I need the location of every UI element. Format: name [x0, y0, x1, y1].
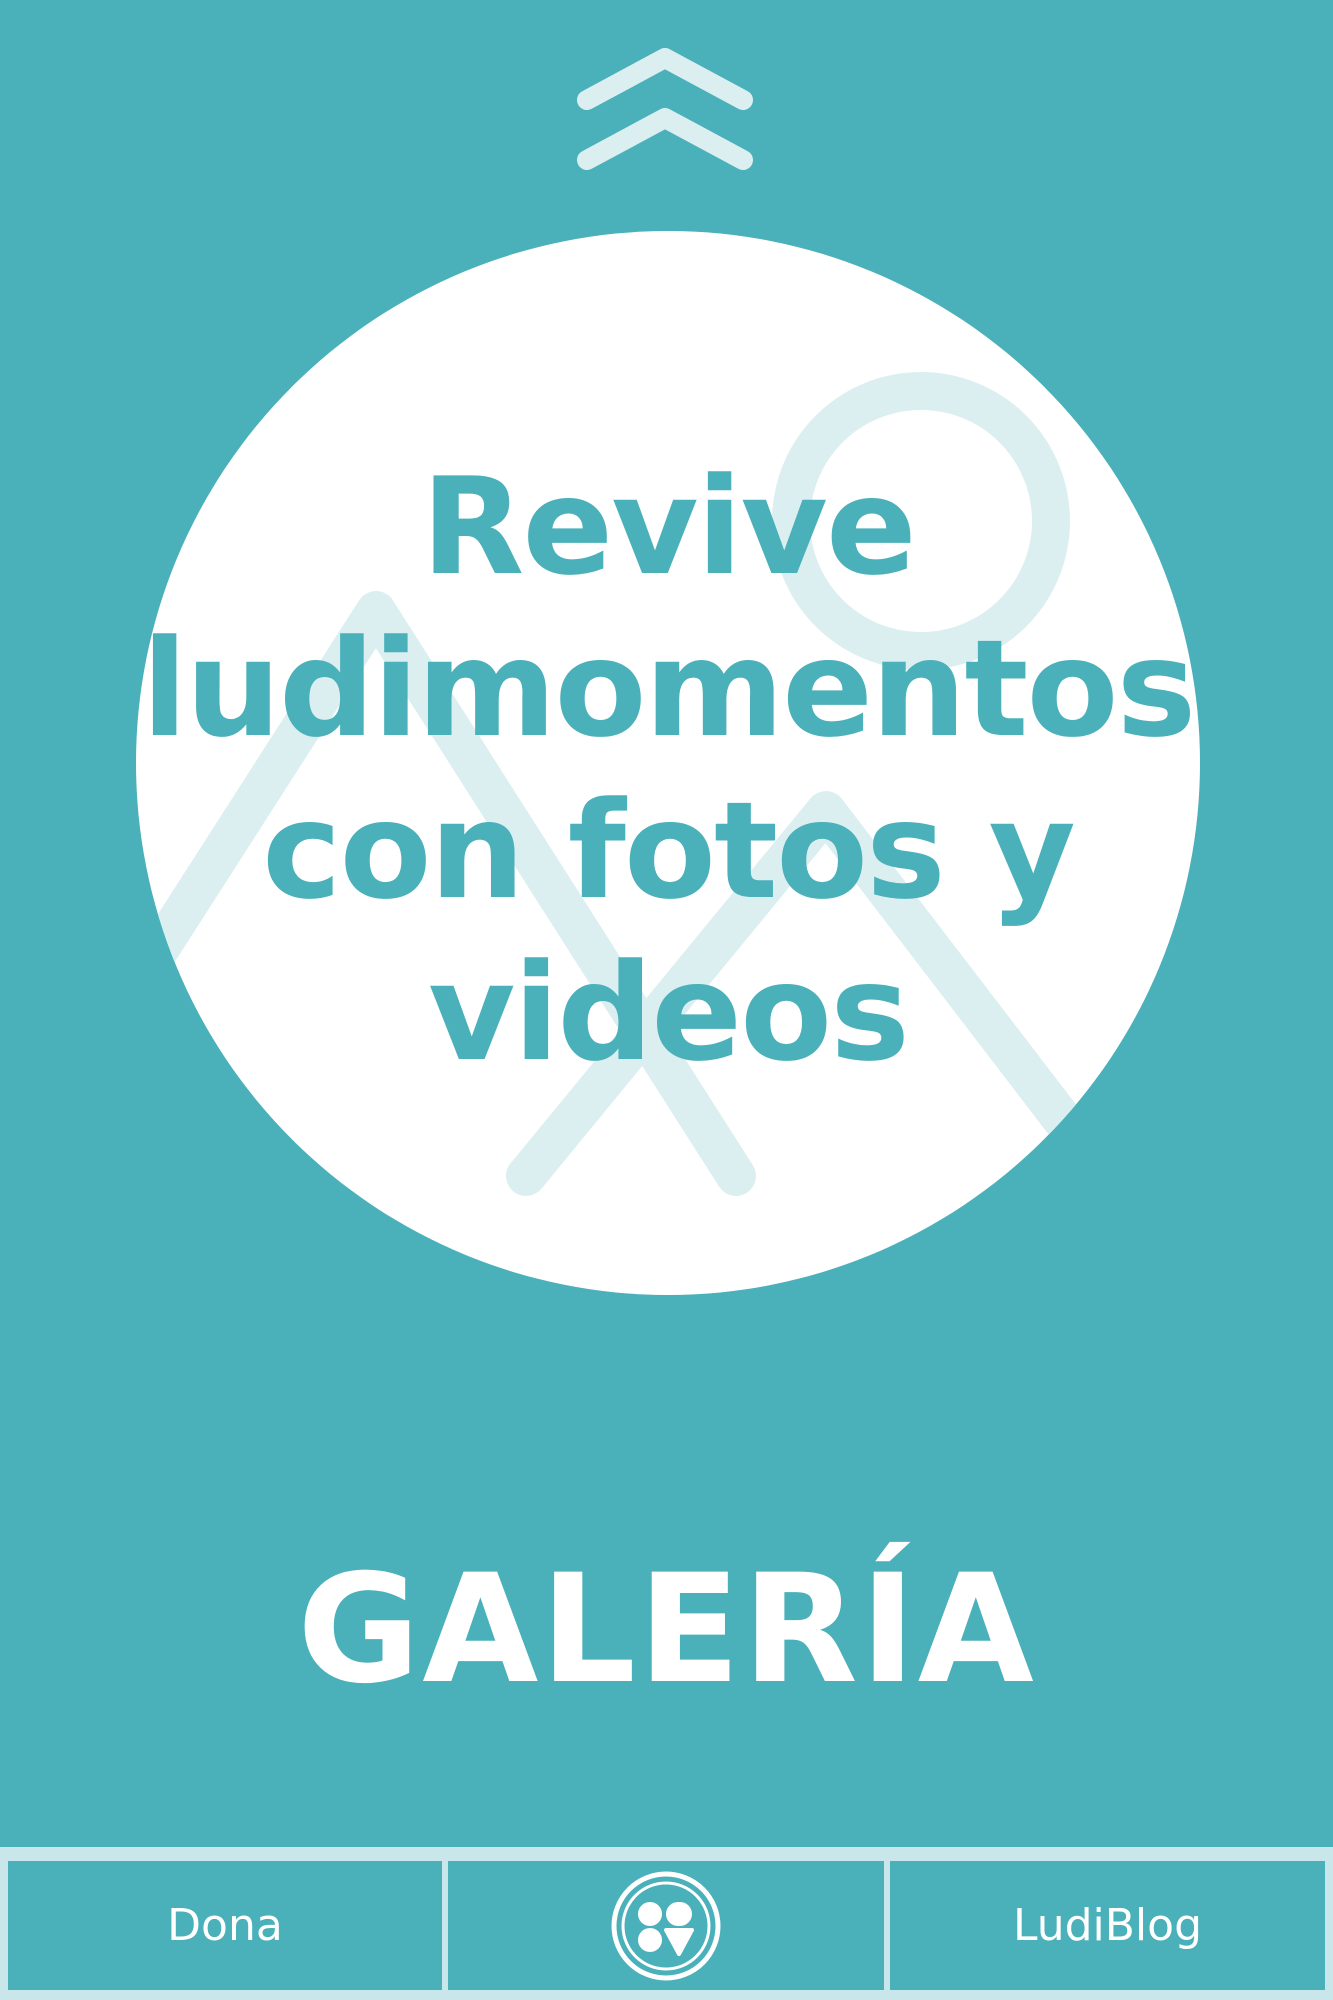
hero-headline-line: con fotos y [262, 773, 1076, 929]
hero-circle: Revive ludimomentos con fotos y videos [136, 231, 1200, 1295]
hero-headline-line: videos [428, 935, 910, 1091]
nav-home-button[interactable] [448, 1861, 884, 1990]
hero-headline-line: Revive [421, 449, 917, 605]
nav-ludiblog-label: LudiBlog [1012, 1900, 1203, 1951]
bottom-nav: Dona LudiBlog [0, 1847, 1333, 2000]
section-title-galeria[interactable]: GALERÍA [0, 1545, 1333, 1715]
nav-dona-label: Dona [167, 1900, 283, 1951]
hero-headline: Revive ludimomentos con fotos y videos [136, 446, 1200, 1094]
ludi-logo-icon [611, 1871, 721, 1980]
nav-dona-button[interactable]: Dona [8, 1861, 442, 1990]
nav-ludiblog-button[interactable]: LudiBlog [890, 1861, 1325, 1990]
double-chevron-up-icon[interactable] [575, 48, 755, 178]
hero-headline-line: ludimomentos [141, 611, 1197, 767]
